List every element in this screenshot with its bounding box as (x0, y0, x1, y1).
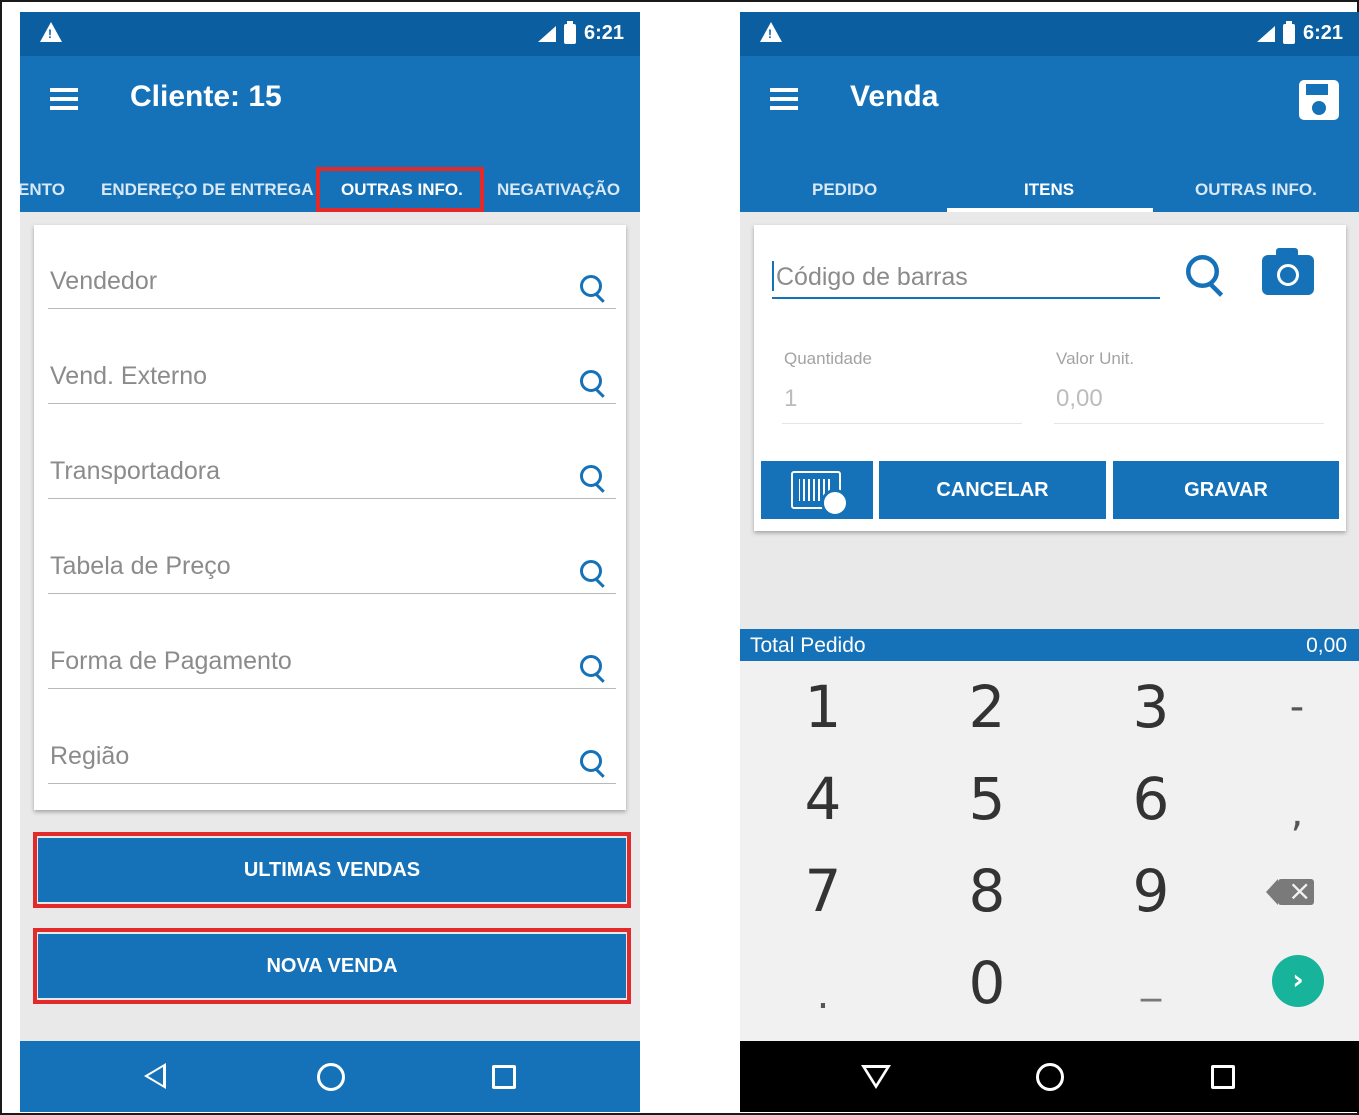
barcode-cloud-icon (791, 471, 849, 517)
tab-endereco-entrega[interactable]: ENDEREÇO DE ENTREGA (101, 180, 314, 200)
app-bar: Cliente: 15 ENTO ENDEREÇO DE ENTREGA OUT… (20, 56, 640, 212)
backspace-icon (1266, 875, 1314, 907)
numeric-keypad: 1 2 3 - 4 5 6 , 7 8 9 . 0 _ › (740, 661, 1359, 1041)
tab-negativacao[interactable]: NEGATIVAÇÃO (497, 180, 620, 200)
quantidade-input[interactable]: 1 (784, 385, 797, 413)
recent-apps-icon[interactable] (492, 1065, 516, 1089)
key-9[interactable]: 9 (1076, 845, 1226, 937)
battery-icon (1282, 20, 1295, 44)
highlight-box-nova (33, 928, 631, 1004)
tab-pagamento[interactable]: ENTO (20, 180, 65, 200)
warning-icon (760, 22, 782, 42)
hide-keyboard-icon[interactable] (861, 1065, 891, 1089)
forma-pagamento-field[interactable]: Forma de Pagamento (48, 639, 616, 689)
barcode-placeholder: Código de barras (776, 263, 968, 291)
save-icon[interactable] (1299, 80, 1339, 120)
left-phone-screen: 6:21 Cliente: 15 ENTO ENDEREÇO DE ENTREG… (20, 12, 640, 1112)
tab-outras-info[interactable]: OUTRAS INFO. (1195, 180, 1317, 200)
camera-icon[interactable] (1262, 248, 1314, 295)
quantidade-underline (782, 423, 1022, 424)
key-6[interactable]: 6 (1076, 753, 1226, 845)
forma-pagamento-label: Forma de Pagamento (50, 647, 292, 675)
key-4[interactable]: 4 (748, 753, 898, 845)
signal-icon (537, 25, 556, 42)
total-bar: Total Pedido 0,00 (740, 629, 1359, 661)
home-icon[interactable] (317, 1063, 345, 1091)
quantidade-label: Quantidade (784, 349, 872, 368)
search-icon[interactable] (580, 275, 606, 301)
vendedor-label: Vendedor (50, 267, 158, 295)
backspace-key[interactable] (1222, 845, 1359, 937)
total-label: Total Pedido (750, 634, 866, 657)
signal-icon (1256, 25, 1275, 42)
valor-unit-input[interactable]: 0,00 (1056, 385, 1103, 413)
search-icon[interactable] (1186, 255, 1225, 294)
gravar-button[interactable]: GRAVAR (1113, 461, 1339, 519)
menu-icon[interactable] (50, 88, 78, 112)
menu-icon[interactable] (770, 88, 798, 112)
key-0[interactable]: 0 (912, 937, 1062, 1029)
battery-icon (563, 20, 576, 44)
next-key[interactable]: › (1222, 937, 1359, 1029)
key-period[interactable]: . (748, 949, 898, 1041)
barcode-scan-button[interactable] (761, 461, 873, 519)
app-bar: Venda PEDIDO ITENS OUTRAS INFO. (740, 56, 1359, 212)
tab-indicator (947, 208, 1153, 212)
barcode-input[interactable]: Código de barras (772, 253, 1160, 299)
search-icon[interactable] (580, 750, 606, 776)
tab-bar: ENTO ENDEREÇO DE ENTREGA OUTRAS INFO. NE… (20, 167, 640, 212)
cancelar-button[interactable]: CANCELAR (879, 461, 1106, 519)
key-3[interactable]: 3 (1076, 661, 1226, 753)
search-icon[interactable] (580, 465, 606, 491)
tabela-preco-field[interactable]: Tabela de Preço (48, 544, 616, 594)
key-1[interactable]: 1 (748, 661, 898, 753)
key-minus[interactable]: - (1222, 661, 1359, 753)
regiao-label: Região (50, 742, 130, 770)
vendedor-field[interactable]: Vendedor (48, 259, 616, 309)
tabela-preco-label: Tabela de Preço (50, 552, 231, 580)
warning-icon (40, 22, 62, 42)
search-icon[interactable] (580, 370, 606, 396)
regiao-field[interactable]: Região (48, 734, 616, 784)
key-8[interactable]: 8 (912, 845, 1062, 937)
transportadora-label: Transportadora (50, 457, 220, 485)
status-time: 6:21 (583, 22, 624, 44)
status-bar: 6:21 (20, 12, 640, 56)
page-title: Cliente: 15 (130, 80, 282, 113)
key-space[interactable]: _ (1076, 933, 1226, 1025)
tab-itens[interactable]: ITENS (1024, 180, 1074, 200)
valor-unit-underline (1054, 423, 1324, 424)
search-icon[interactable] (580, 560, 606, 586)
total-value: 0,00 (1306, 634, 1347, 657)
form-card: Vendedor Vend. Externo Transportadora Ta… (34, 225, 626, 810)
highlight-box-ultimas (33, 832, 631, 908)
status-bar: 6:21 (740, 12, 1359, 56)
nav-bar (740, 1041, 1359, 1112)
nav-bar (20, 1041, 640, 1112)
vend-externo-label: Vend. Externo (50, 362, 208, 390)
right-phone-screen: 6:21 Venda PEDIDO ITENS OUTRAS INFO. Cód… (740, 12, 1359, 1112)
tab-pedido[interactable]: PEDIDO (812, 180, 877, 200)
back-icon[interactable] (144, 1063, 166, 1089)
vend-externo-field[interactable]: Vend. Externo (48, 354, 616, 404)
status-time: 6:21 (1302, 22, 1343, 44)
highlight-box-tab (316, 167, 484, 212)
next-icon: › (1272, 955, 1324, 1007)
transportadora-field[interactable]: Transportadora (48, 449, 616, 499)
valor-unit-label: Valor Unit. (1056, 349, 1135, 368)
item-card: Código de barras Quantidade 1 Valor Unit… (754, 225, 1346, 531)
search-icon[interactable] (580, 655, 606, 681)
key-7[interactable]: 7 (748, 845, 898, 937)
key-2[interactable]: 2 (912, 661, 1062, 753)
home-icon[interactable] (1036, 1063, 1064, 1091)
text-cursor (772, 261, 774, 291)
recent-apps-icon[interactable] (1211, 1065, 1235, 1089)
key-5[interactable]: 5 (912, 753, 1062, 845)
page-title: Venda (850, 80, 939, 113)
tab-bar: PEDIDO ITENS OUTRAS INFO. (740, 168, 1359, 212)
